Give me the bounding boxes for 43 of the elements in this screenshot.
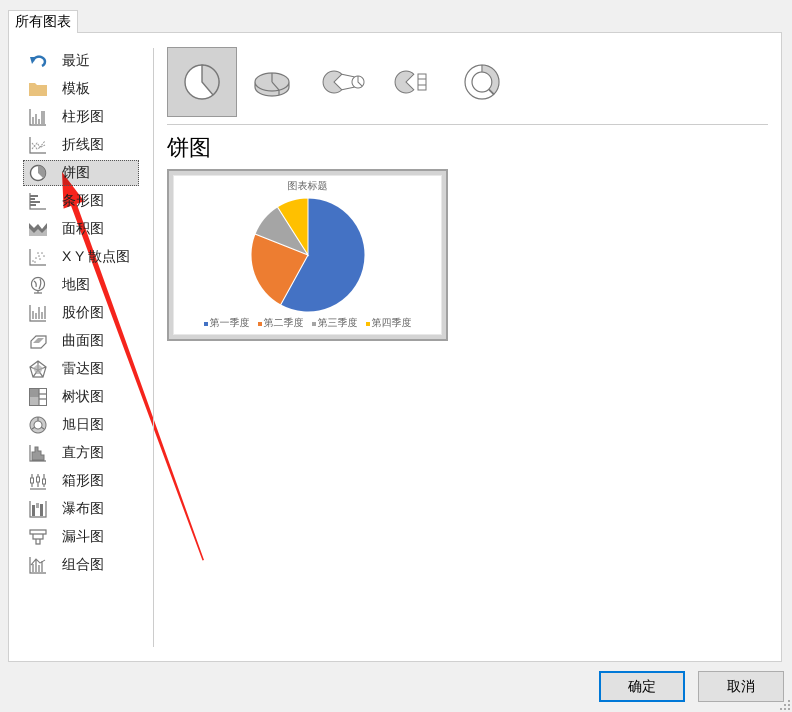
radar-chart-icon xyxy=(28,359,48,379)
waterfall-icon xyxy=(28,499,48,519)
column-chart-icon xyxy=(28,107,48,127)
legend-label: 第一季度 xyxy=(210,318,250,330)
sidebar-item[interactable]: 最近 xyxy=(23,48,139,74)
chart-type-heading: 饼图 xyxy=(167,134,212,162)
ok-button[interactable]: 确定 xyxy=(599,671,685,702)
legend-label: 第三季度 xyxy=(318,318,358,330)
chart-preview[interactable]: 图表标题 第一季度 第二季度 第三季度 第四季度 xyxy=(167,169,448,341)
funnel-icon xyxy=(28,527,48,547)
sidebar-item[interactable]: 股价图 xyxy=(23,300,139,326)
sidebar-item[interactable]: 雷达图 xyxy=(23,356,139,382)
treemap-icon xyxy=(28,387,48,407)
sidebar-item[interactable]: 直方图 xyxy=(23,440,139,466)
sidebar-item[interactable]: 折线图 xyxy=(23,132,139,158)
horizontal-bar-icon xyxy=(28,191,48,211)
legend-label: 第二季度 xyxy=(264,318,304,330)
chart-title: 图表标题 xyxy=(288,181,328,193)
sidebar-item[interactable]: 箱形图 xyxy=(23,468,139,494)
resize-grip-icon[interactable] xyxy=(780,700,790,710)
sidebar-item[interactable]: 组合图 xyxy=(23,552,139,578)
sidebar-item[interactable]: 漏斗图 xyxy=(23,524,139,550)
stock-chart-icon xyxy=(28,303,48,323)
chart-type-option[interactable] xyxy=(167,47,237,117)
tab[interactable]: 所有图表 xyxy=(8,10,78,33)
sidebar-item[interactable]: 模板 xyxy=(23,76,139,102)
sidebar-item[interactable]: 曲面图 xyxy=(23,328,139,354)
sidebar-item[interactable]: 旭日图 xyxy=(23,412,139,438)
legend-label: 第四季度 xyxy=(372,318,412,330)
globe-icon xyxy=(28,275,48,295)
sidebar-item[interactable]: 树状图 xyxy=(23,384,139,410)
sidebar-item[interactable]: 柱形图 xyxy=(23,104,139,130)
line-chart-icon xyxy=(28,135,48,155)
histogram-icon xyxy=(28,443,48,463)
box-plot-icon xyxy=(28,471,48,491)
sidebar-item[interactable]: 瀑布图 xyxy=(23,496,139,522)
combo-chart-icon xyxy=(28,555,48,575)
pie-chart-icon xyxy=(28,163,48,183)
cancel-button[interactable]: 取消 xyxy=(698,671,784,702)
sunburst-icon xyxy=(28,415,48,435)
sidebar-item[interactable]: 地图 xyxy=(23,272,139,298)
scatter-icon xyxy=(28,247,48,267)
sidebar-item[interactable]: 饼图 xyxy=(23,160,139,186)
